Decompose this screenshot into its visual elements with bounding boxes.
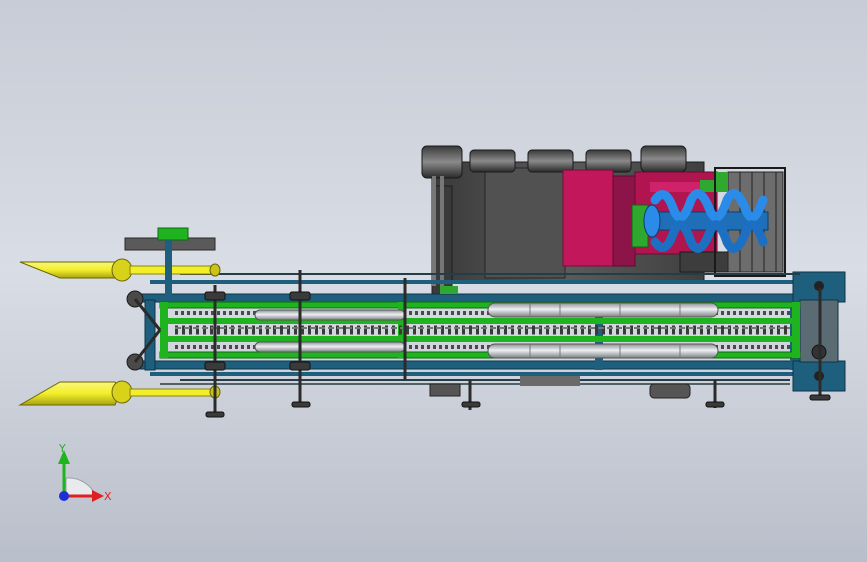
axis-x-label: X [104, 490, 112, 503]
harvester-model[interactable]: Y X [0, 0, 867, 562]
cad-viewport[interactable]: Y X [0, 0, 867, 562]
axis-triad [58, 450, 104, 502]
axis-y-label: Y [58, 442, 66, 455]
